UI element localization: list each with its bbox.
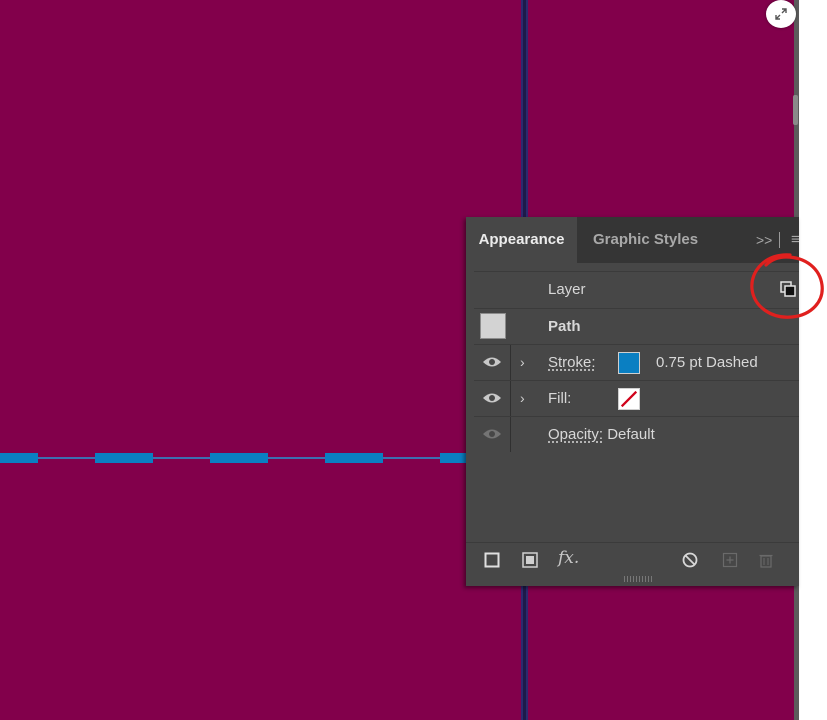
path-dash xyxy=(95,453,153,463)
new-fill-icon[interactable] xyxy=(522,552,538,568)
layer-label: Layer xyxy=(548,281,586,298)
path-dash xyxy=(325,453,383,463)
tab-bar-divider xyxy=(779,232,780,248)
panel-resize-grip[interactable] xyxy=(624,576,654,582)
path-thumbnail xyxy=(480,313,506,339)
opacity-row-text: Opacity: Default xyxy=(548,417,655,452)
clear-appearance-icon[interactable] xyxy=(682,552,698,568)
duplicate-item-icon[interactable] xyxy=(722,552,738,568)
fill-none-swatch[interactable] xyxy=(618,388,640,410)
visibility-eye-icon[interactable] xyxy=(482,391,502,405)
fill-label: Fill: xyxy=(548,390,572,407)
visibility-eye-icon[interactable] xyxy=(482,355,502,369)
add-to-new-layer-icon[interactable] xyxy=(780,281,796,297)
appearance-fill-row[interactable]: › Fill: xyxy=(474,380,799,416)
appearance-panel: Appearance Graphic Styles >> ≡ Layer Pat… xyxy=(466,217,800,586)
tab-appearance[interactable]: Appearance xyxy=(466,217,577,263)
stroke-value[interactable]: 0.75 pt Dashed xyxy=(656,345,758,380)
appearance-stroke-row[interactable]: › Stroke: 0.75 pt Dashed xyxy=(474,344,799,380)
expand-arrows-icon xyxy=(775,8,787,20)
canvas-scrollbar[interactable] xyxy=(793,95,798,125)
path-label: Path xyxy=(548,318,581,335)
fx-icon[interactable]: fx. xyxy=(558,548,584,568)
visibility-eye-icon[interactable] xyxy=(482,427,502,441)
chevron-right-icon[interactable]: › xyxy=(520,345,525,380)
appearance-layer-row[interactable]: Layer xyxy=(474,271,799,307)
stroke-color-swatch[interactable] xyxy=(618,352,640,374)
stroke-label[interactable]: Stroke: xyxy=(548,345,596,380)
appearance-bottom-toolbar: fx. xyxy=(466,542,799,577)
new-stroke-icon[interactable] xyxy=(484,552,500,568)
panel-more-tabs-button[interactable]: >> xyxy=(756,217,772,263)
path-dash xyxy=(0,453,38,463)
row-divider xyxy=(510,345,511,380)
panel-menu-button[interactable]: ≡ xyxy=(791,217,800,263)
opacity-value[interactable]: Default xyxy=(607,426,655,443)
opacity-label[interactable]: Opacity: xyxy=(548,426,603,443)
trash-icon[interactable] xyxy=(758,552,774,568)
row-divider xyxy=(510,417,511,452)
row-divider xyxy=(510,381,511,416)
appearance-opacity-row[interactable]: Opacity: Default xyxy=(474,416,799,452)
appearance-path-row[interactable]: Path xyxy=(474,308,799,344)
chevron-right-icon[interactable]: › xyxy=(520,381,525,416)
panel-tab-bar: Appearance Graphic Styles >> ≡ xyxy=(466,217,800,263)
expand-view-button[interactable] xyxy=(766,0,796,28)
path-dash xyxy=(210,453,268,463)
tab-graphic-styles[interactable]: Graphic Styles xyxy=(593,217,698,263)
